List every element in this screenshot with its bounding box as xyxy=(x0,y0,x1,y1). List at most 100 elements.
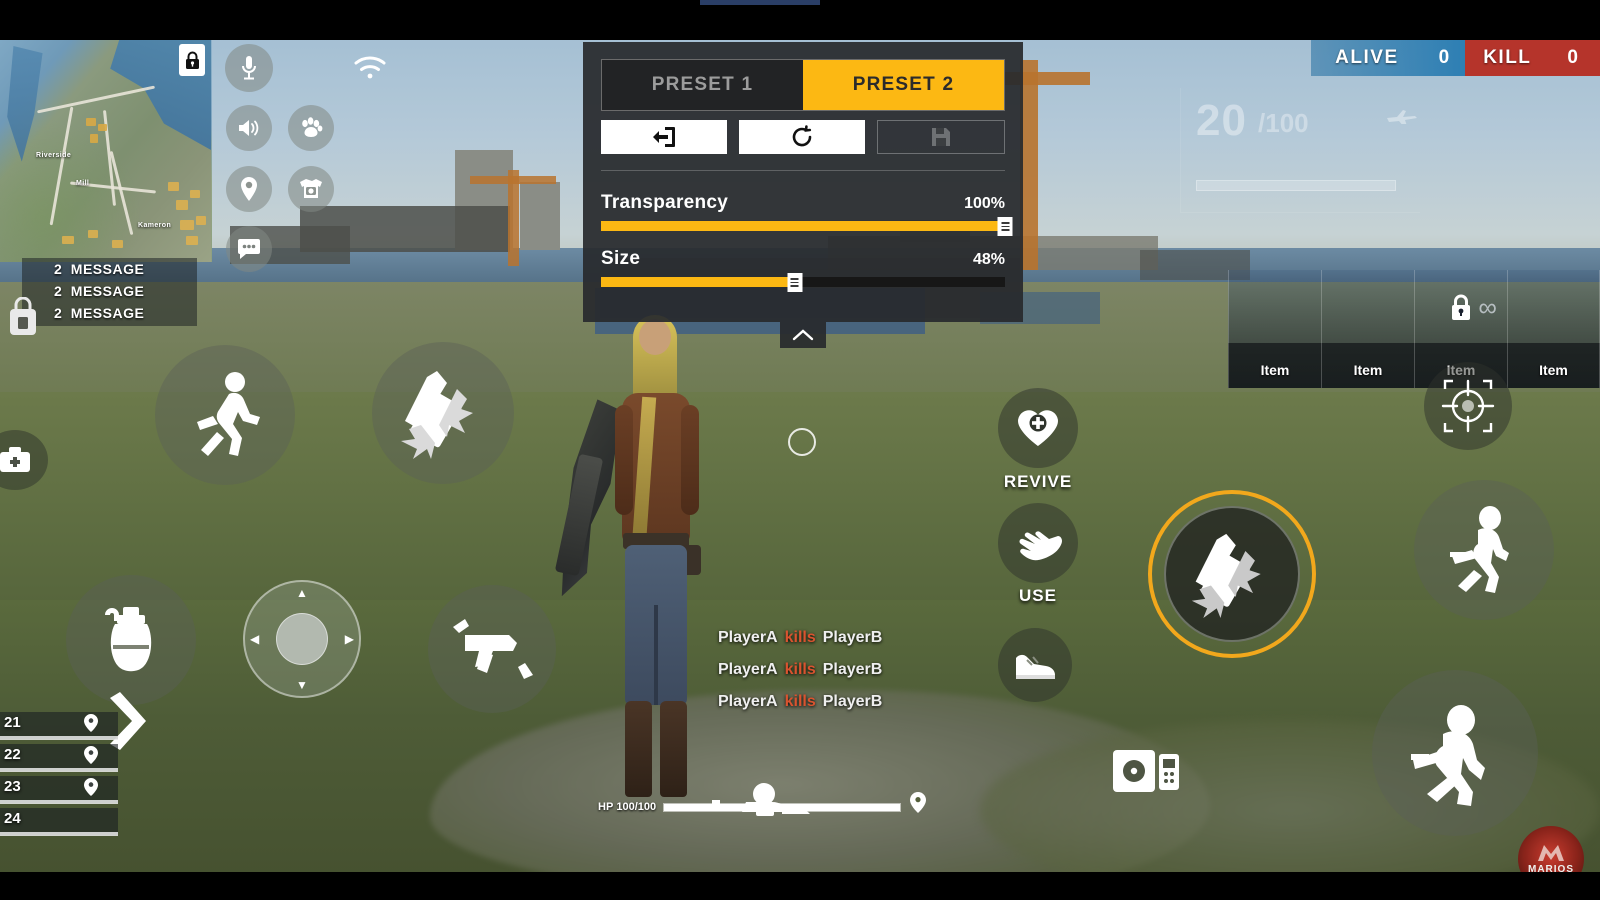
kill-verb: kills xyxy=(784,693,816,710)
item-slot[interactable]: Item xyxy=(1320,270,1414,388)
pistol-button[interactable] xyxy=(428,585,556,713)
panel-action-buttons xyxy=(601,120,1005,154)
revive-button[interactable] xyxy=(998,388,1078,468)
message-count: 2 xyxy=(54,305,62,321)
joystick-right-arrow: ▶ xyxy=(344,632,354,646)
top-letterbox xyxy=(0,0,1600,40)
chevron-up-icon[interactable] xyxy=(780,322,826,348)
slider-handle[interactable] xyxy=(997,217,1013,236)
bottom-letterbox xyxy=(0,872,1600,900)
status-bar: ALIVE 0 KILL 0 xyxy=(1311,40,1600,76)
slider-transparency: Transparency 100% xyxy=(601,192,1013,236)
location-pin-icon xyxy=(84,746,98,769)
kill-victim: PlayerB xyxy=(822,661,883,678)
minimap-label-2: Kameron xyxy=(138,222,172,229)
kill-attacker: PlayerA xyxy=(718,661,778,678)
infinity-icon: ∞ xyxy=(1478,292,1497,322)
sprint-button[interactable] xyxy=(155,345,295,485)
message-count: 2 xyxy=(54,283,62,299)
team-row[interactable]: 21 xyxy=(0,712,120,744)
kill-verb: kills xyxy=(784,629,816,646)
alive-label: ALIVE xyxy=(1335,47,1399,68)
game-screen: Riverside Mill Kameron Factory Sugar Can… xyxy=(0,0,1600,900)
lock-icon[interactable] xyxy=(179,44,205,76)
minimap-label-1: Mill xyxy=(76,180,90,187)
chat-icon[interactable] xyxy=(226,226,272,272)
player-character xyxy=(585,305,735,825)
ammo-max: /100 xyxy=(1258,108,1309,138)
item-slot[interactable]: Item xyxy=(1228,270,1321,388)
item-label: Item xyxy=(1260,362,1290,378)
scope-aim-button[interactable] xyxy=(1424,362,1512,450)
item-bar[interactable]: Item Item ∞ Item Item xyxy=(1228,270,1600,388)
message-row: 2 MESSAGE xyxy=(22,258,197,280)
minimap-label-0: Riverside xyxy=(36,152,72,159)
slider-track[interactable] xyxy=(601,217,1013,236)
grenade-button[interactable] xyxy=(66,575,196,705)
vehicle-radio-button[interactable] xyxy=(1110,740,1184,802)
kill-feed-row: PlayerA kills PlayerB xyxy=(718,622,908,654)
slider-label: Size xyxy=(601,248,641,269)
prone-soldier-icon xyxy=(702,778,814,825)
kill-verb: kills xyxy=(784,661,816,678)
slider-label: Transparency xyxy=(601,192,729,213)
team-row[interactable]: 23 xyxy=(0,776,120,808)
location-pin-icon xyxy=(84,714,98,737)
minimap[interactable]: Riverside Mill Kameron Factory Sugar Can… xyxy=(0,40,212,262)
alive-value: 0 xyxy=(1438,47,1450,68)
save-button xyxy=(877,120,1005,154)
prone-button[interactable] xyxy=(1372,670,1538,836)
use-label: USE xyxy=(1019,586,1057,605)
status-badge-alive: ALIVE 0 xyxy=(1311,40,1466,76)
team-row[interactable]: 24 xyxy=(0,808,120,840)
speaker-icon[interactable] xyxy=(226,105,272,151)
kill-label: KILL xyxy=(1483,47,1532,68)
revive-label: REVIVE xyxy=(1003,472,1073,491)
joystick-up-arrow: ▲ xyxy=(296,586,308,600)
kill-feed-row: PlayerA kills PlayerB xyxy=(718,654,908,686)
microphone-icon[interactable] xyxy=(225,44,273,92)
kill-victim: PlayerB xyxy=(822,629,883,646)
team-number: 21 xyxy=(4,714,21,731)
kill-value: 0 xyxy=(1567,47,1578,68)
team-number: 24 xyxy=(4,810,21,827)
team-row[interactable]: 22 xyxy=(0,744,120,776)
item-label: Item xyxy=(1539,362,1568,378)
paw-icon[interactable] xyxy=(288,105,334,151)
crouch-button[interactable] xyxy=(1414,480,1554,620)
message-text: MESSAGE xyxy=(70,261,145,277)
preset-tabs: PRESET 1 PRESET 2 xyxy=(601,59,1005,111)
bullet-icon-button[interactable] xyxy=(372,342,514,484)
panel-divider xyxy=(601,170,1005,171)
tab-preset-1[interactable]: PRESET 1 xyxy=(602,60,803,110)
slider-handle[interactable] xyxy=(787,273,803,292)
ammo-current: 20 xyxy=(1196,96,1247,145)
location-pin-icon[interactable] xyxy=(226,166,272,212)
item-slot[interactable]: Item xyxy=(1506,270,1600,388)
hp-label: HP 100/100 xyxy=(598,801,657,813)
item-label: Item xyxy=(1353,362,1383,378)
crosshair xyxy=(788,428,816,456)
kill-feed-row: PlayerA kills PlayerB xyxy=(718,686,908,718)
outfit-camera-icon[interactable] xyxy=(288,166,334,212)
message-text: MESSAGE xyxy=(70,305,145,321)
kill-feed: PlayerA kills PlayerB PlayerA kills Play… xyxy=(718,622,908,718)
wifi-icon xyxy=(352,54,388,87)
joystick-left-arrow: ◀ xyxy=(250,632,260,646)
fire-button[interactable] xyxy=(1148,490,1316,658)
slider-size: Size 48% xyxy=(601,248,1005,292)
status-notch xyxy=(700,0,820,5)
team-list[interactable]: 21 22 23 24 xyxy=(0,712,120,840)
message-count: 2 xyxy=(54,261,62,277)
import-button[interactable] xyxy=(601,120,727,154)
slider-value: 100% xyxy=(964,195,1005,212)
tab-preset-2[interactable]: PRESET 2 xyxy=(803,60,1004,110)
shoe-button[interactable] xyxy=(998,628,1072,702)
movement-joystick[interactable]: ▲ ▼ ◀ ▶ xyxy=(243,580,361,698)
backpack-icon[interactable] xyxy=(0,290,54,350)
reset-button[interactable] xyxy=(739,120,865,154)
team-number: 22 xyxy=(4,746,21,763)
use-button[interactable] xyxy=(998,503,1078,583)
slider-track[interactable] xyxy=(601,273,1005,292)
ammo-reload-bar xyxy=(1196,180,1396,191)
